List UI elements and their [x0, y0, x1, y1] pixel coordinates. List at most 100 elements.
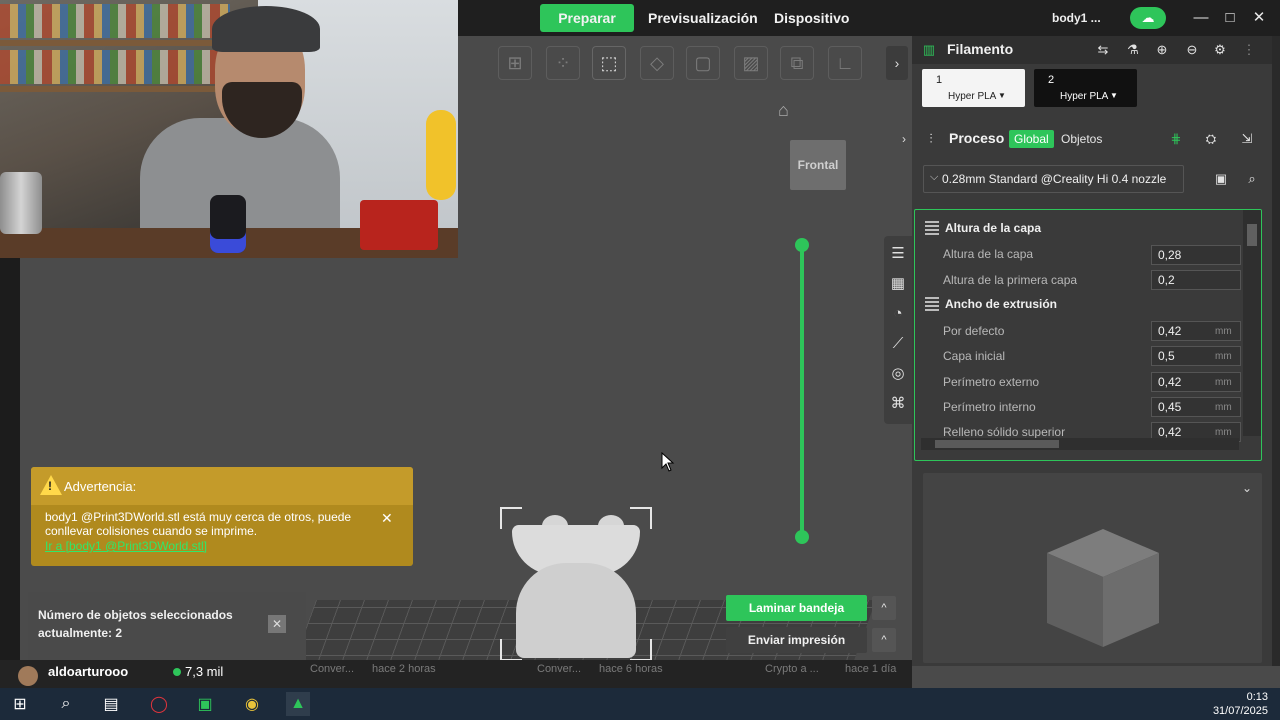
avatar — [18, 666, 38, 686]
clock-time: 0:13 — [1246, 691, 1268, 703]
objects-toggle[interactable]: Objetos — [1061, 132, 1102, 146]
param-label: Por defecto — [943, 324, 1005, 338]
filament-icon: ▥ — [922, 42, 936, 57]
preview-cube-icon — [1047, 529, 1159, 647]
model-body — [516, 563, 636, 658]
section-title: Ancho de extrusión — [945, 297, 1058, 311]
side-toolbar: ☰ ▦ ◔ ⟋ ◎ ⌘ — [884, 236, 912, 424]
project-title: body1 ... — [1052, 11, 1101, 25]
3d-model[interactable] — [500, 507, 652, 661]
spray-icon[interactable]: ⚗ — [1124, 42, 1142, 58]
remove-circle-icon[interactable]: ⊖ — [1183, 42, 1201, 58]
slice-plate-button[interactable]: Laminar bandeja — [726, 595, 867, 621]
process-icon: ⫶ — [929, 131, 933, 146]
scrollbar-horizontal[interactable] — [921, 438, 1239, 450]
sync-icon[interactable]: ⇆ — [1094, 42, 1112, 58]
chevron-right-icon[interactable]: › — [902, 132, 906, 146]
ghost-text: Conver... — [537, 663, 582, 675]
advanced-settings-icon[interactable]: ⋕ — [1167, 131, 1185, 147]
maximize-icon[interactable]: □ — [1217, 0, 1243, 36]
speed-icon[interactable]: ◔ — [888, 304, 908, 324]
ghost-text: hace 2 horas — [372, 663, 436, 675]
selection-bracket — [630, 507, 652, 529]
param-label: Altura de la primera capa — [943, 273, 1078, 287]
modifier-icon[interactable]: ⌘ — [888, 394, 908, 414]
panel-scrollbar[interactable] — [1272, 36, 1280, 666]
param-input[interactable]: 0,28 — [1151, 245, 1241, 265]
ghost-text: hace 1 día — [845, 663, 897, 675]
selection-text: Número de objetos seleccionados actualme… — [38, 608, 233, 640]
tab-preparar[interactable]: Preparar — [540, 4, 634, 32]
plate-preview: ⌄ — [923, 473, 1262, 663]
auto-orient-icon[interactable]: ⬚ — [592, 46, 626, 80]
selection-bracket — [500, 507, 522, 529]
chrome-icon[interactable]: ◉ — [240, 692, 264, 716]
layer-height-icon — [925, 221, 939, 235]
clock-date: 31/07/2025 — [1212, 705, 1268, 717]
chevron-down-icon[interactable]: ⌄ — [1242, 481, 1252, 495]
seam-icon[interactable]: ◎ — [888, 364, 908, 384]
param-label: Perímetro interno — [943, 400, 1036, 414]
lay-on-face-icon[interactable]: ◇ — [640, 46, 674, 80]
global-toggle[interactable]: Global — [1009, 130, 1054, 148]
settings-panel: ▥ Filamento ⇆ ⚗ ⊕ ⊖ ⚙ ⋮ 1 Hyper PLA ▼ 2 … — [902, 36, 1272, 666]
arrange-icon[interactable]: ⁘ — [546, 46, 580, 80]
windows-start-icon[interactable]: ⊞ — [8, 692, 32, 716]
tab-dispositivo[interactable]: Dispositivo — [774, 4, 849, 32]
layer-slider-bottom-handle[interactable] — [795, 530, 809, 544]
clock: 0:13 31/07/2025 — [1213, 690, 1268, 718]
assemble-icon[interactable]: ∟ — [828, 46, 862, 80]
cloud-upload-icon[interactable]: ☁ — [1130, 7, 1166, 29]
stream-chat-strip: aldoarturooo 7,3 mil Conver... hace 2 ho… — [0, 660, 912, 688]
process-title: Proceso — [949, 130, 1005, 146]
more-icon[interactable]: ⋮ — [1240, 42, 1258, 58]
layers-icon[interactable]: ☰ — [888, 244, 908, 264]
support-paint-icon[interactable]: ⧉ — [780, 46, 814, 80]
close-icon[interactable]: ✕ — [1246, 0, 1272, 36]
opera-icon[interactable]: ◯ — [147, 692, 171, 716]
webcam-overlay — [0, 0, 458, 258]
save-icon[interactable]: ▣ — [1212, 171, 1230, 187]
chat-username: aldoarturooo — [48, 664, 129, 679]
gear-icon[interactable]: ⚙ — [1211, 42, 1229, 58]
close-icon[interactable]: ✕ — [268, 615, 286, 633]
share-icon[interactable]: ⇲ — [1238, 131, 1256, 147]
add-circle-icon[interactable]: ⊕ — [1153, 42, 1171, 58]
app-icon[interactable]: ▣ — [193, 692, 217, 716]
layer-slider-top-handle[interactable] — [795, 238, 809, 252]
param-input[interactable]: 0,2 — [1151, 270, 1241, 290]
desk-lamp — [210, 195, 246, 253]
param-unit: mm — [1215, 402, 1232, 413]
tab-previsualizacion[interactable]: Previsualización — [648, 4, 758, 32]
creality-print-icon[interactable]: ▲ — [286, 692, 310, 716]
search-icon[interactable]: ⌕ — [1243, 171, 1261, 187]
scrollbar-thumb[interactable] — [935, 440, 1059, 448]
shelf — [0, 40, 230, 46]
close-icon[interactable]: ✕ — [381, 510, 393, 527]
print-options-caret-icon[interactable]: ^ — [872, 628, 896, 652]
scrollbar-thumb[interactable] — [1247, 224, 1257, 246]
chevron-right-icon[interactable]: › — [886, 46, 908, 80]
process-preset-dropdown[interactable]: 0.28mm Standard @Creality Hi 0.4 nozzle — [923, 164, 1184, 193]
person-cap — [212, 6, 320, 52]
variable-height-icon[interactable]: ▦ — [888, 274, 908, 294]
filament-slot-1[interactable]: 1 Hyper PLA ▼ — [922, 69, 1025, 107]
slice-options-caret-icon[interactable]: ^ — [872, 596, 896, 620]
filament-slot-2[interactable]: 2 Hyper PLA ▼ — [1034, 69, 1137, 107]
task-view-icon[interactable]: ▤ — [99, 692, 123, 716]
search-icon[interactable]: ⌕ — [54, 692, 78, 716]
toy-duck — [426, 110, 456, 200]
cut-icon[interactable]: ▢ — [686, 46, 720, 80]
view-cube[interactable]: Frontal — [790, 140, 846, 190]
warning-link[interactable]: Ir a [body1 @Print3DWorld.stl] — [45, 539, 207, 553]
compare-icon[interactable]: ⛭ — [1202, 131, 1220, 147]
hollow-icon[interactable]: ▨ — [734, 46, 768, 80]
home-icon[interactable]: ⌂ — [778, 100, 802, 122]
scrollbar-vertical[interactable] — [1243, 210, 1261, 436]
send-print-button[interactable]: Enviar impresión — [726, 627, 867, 653]
add-icon[interactable]: ⊞ — [498, 46, 532, 80]
minimize-icon[interactable]: — — [1188, 0, 1214, 36]
mouse-cursor-icon — [661, 452, 675, 472]
support-icon[interactable]: ⟋ — [888, 334, 908, 354]
layer-slider[interactable] — [800, 244, 804, 538]
